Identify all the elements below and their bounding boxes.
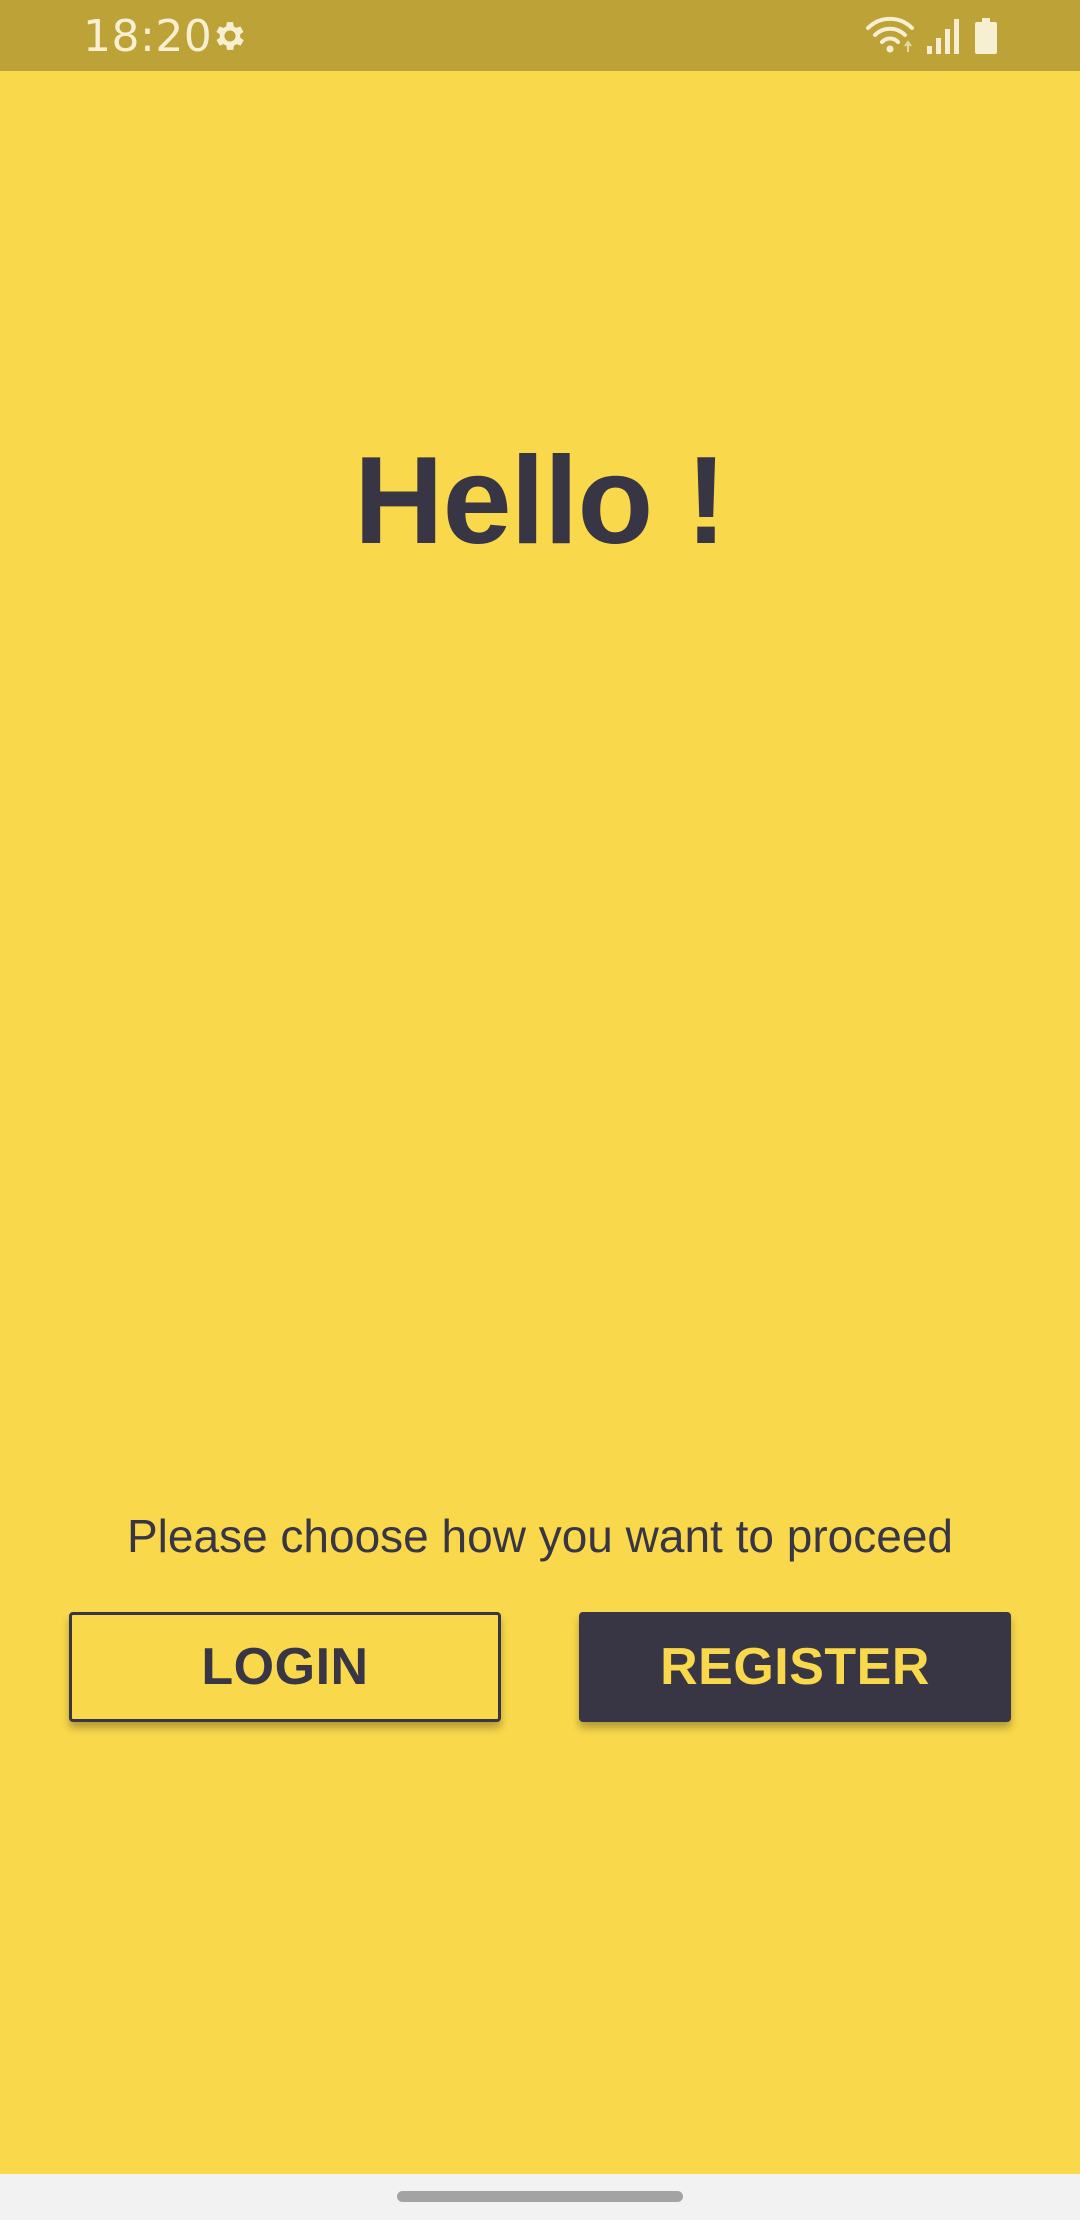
welcome-screen: Hello ! Please choose how you want to pr… xyxy=(0,71,1080,2174)
status-time: 18:20 xyxy=(83,11,213,62)
settings-icon xyxy=(216,22,244,50)
login-button[interactable]: LOGIN xyxy=(69,1612,501,1722)
greeting-title: Hello ! xyxy=(354,432,727,570)
navigation-bar xyxy=(0,2174,1080,2220)
signal-icon xyxy=(927,19,959,54)
proceed-prompt: Please choose how you want to proceed xyxy=(127,1510,953,1562)
home-gesture-handle[interactable] xyxy=(397,2191,683,2202)
status-bar: 18:20 xyxy=(0,0,1080,71)
register-button[interactable]: REGISTER xyxy=(579,1612,1011,1722)
battery-icon xyxy=(975,18,997,54)
wifi-icon xyxy=(866,16,914,53)
